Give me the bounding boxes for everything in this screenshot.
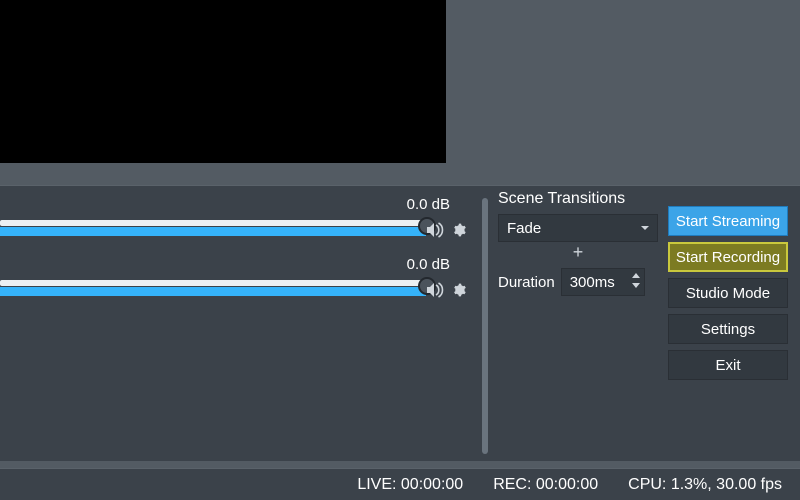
chevron-down-icon [639,222,651,234]
transition-selected: Fade [507,220,541,237]
status-cpu: CPU: 1.3%, 30.00 fps [628,476,782,494]
speaker-icon[interactable] [426,222,444,238]
gear-icon[interactable] [450,222,466,238]
duration-label: Duration [498,274,555,291]
start-recording-button[interactable]: Start Recording [668,242,788,272]
db-label: 0.0 dB [407,256,450,273]
studio-mode-button[interactable]: Studio Mode [668,278,788,308]
transition-select[interactable]: Fade [498,214,658,242]
volume-slider[interactable] [0,280,426,296]
start-streaming-button[interactable]: Start Streaming [668,206,788,236]
scene-transitions: Scene Transitions Fade + Duration 300ms [494,186,662,296]
audio-channel: 0.0 dB [0,196,490,256]
status-rec: REC: 00:00:00 [493,476,598,494]
duration-spinner[interactable]: 300ms [561,268,645,296]
controls-column: Start Streaming Start Recording Studio M… [668,206,794,380]
scene-transitions-title: Scene Transitions [498,190,662,208]
stepper-up-icon[interactable] [631,271,641,280]
preview-canvas[interactable] [0,0,446,163]
db-label: 0.0 dB [407,196,450,213]
exit-button[interactable]: Exit [668,350,788,380]
gear-icon[interactable] [450,282,466,298]
preview-area [0,0,800,175]
status-bar: LIVE: 00:00:00 REC: 00:00:00 CPU: 1.3%, … [0,468,800,500]
bottom-panel: 0.0 dB 0.0 dB [0,185,800,461]
mixer-scrollbar[interactable] [482,198,488,454]
audio-mixer: 0.0 dB 0.0 dB [0,196,490,456]
add-transition-button[interactable]: + [498,242,658,262]
stepper-down-icon[interactable] [631,281,641,290]
status-live: LIVE: 00:00:00 [357,476,463,494]
volume-slider[interactable] [0,220,426,236]
settings-button[interactable]: Settings [668,314,788,344]
duration-value: 300ms [570,274,615,291]
audio-channel: 0.0 dB [0,256,490,316]
speaker-icon[interactable] [426,282,444,298]
